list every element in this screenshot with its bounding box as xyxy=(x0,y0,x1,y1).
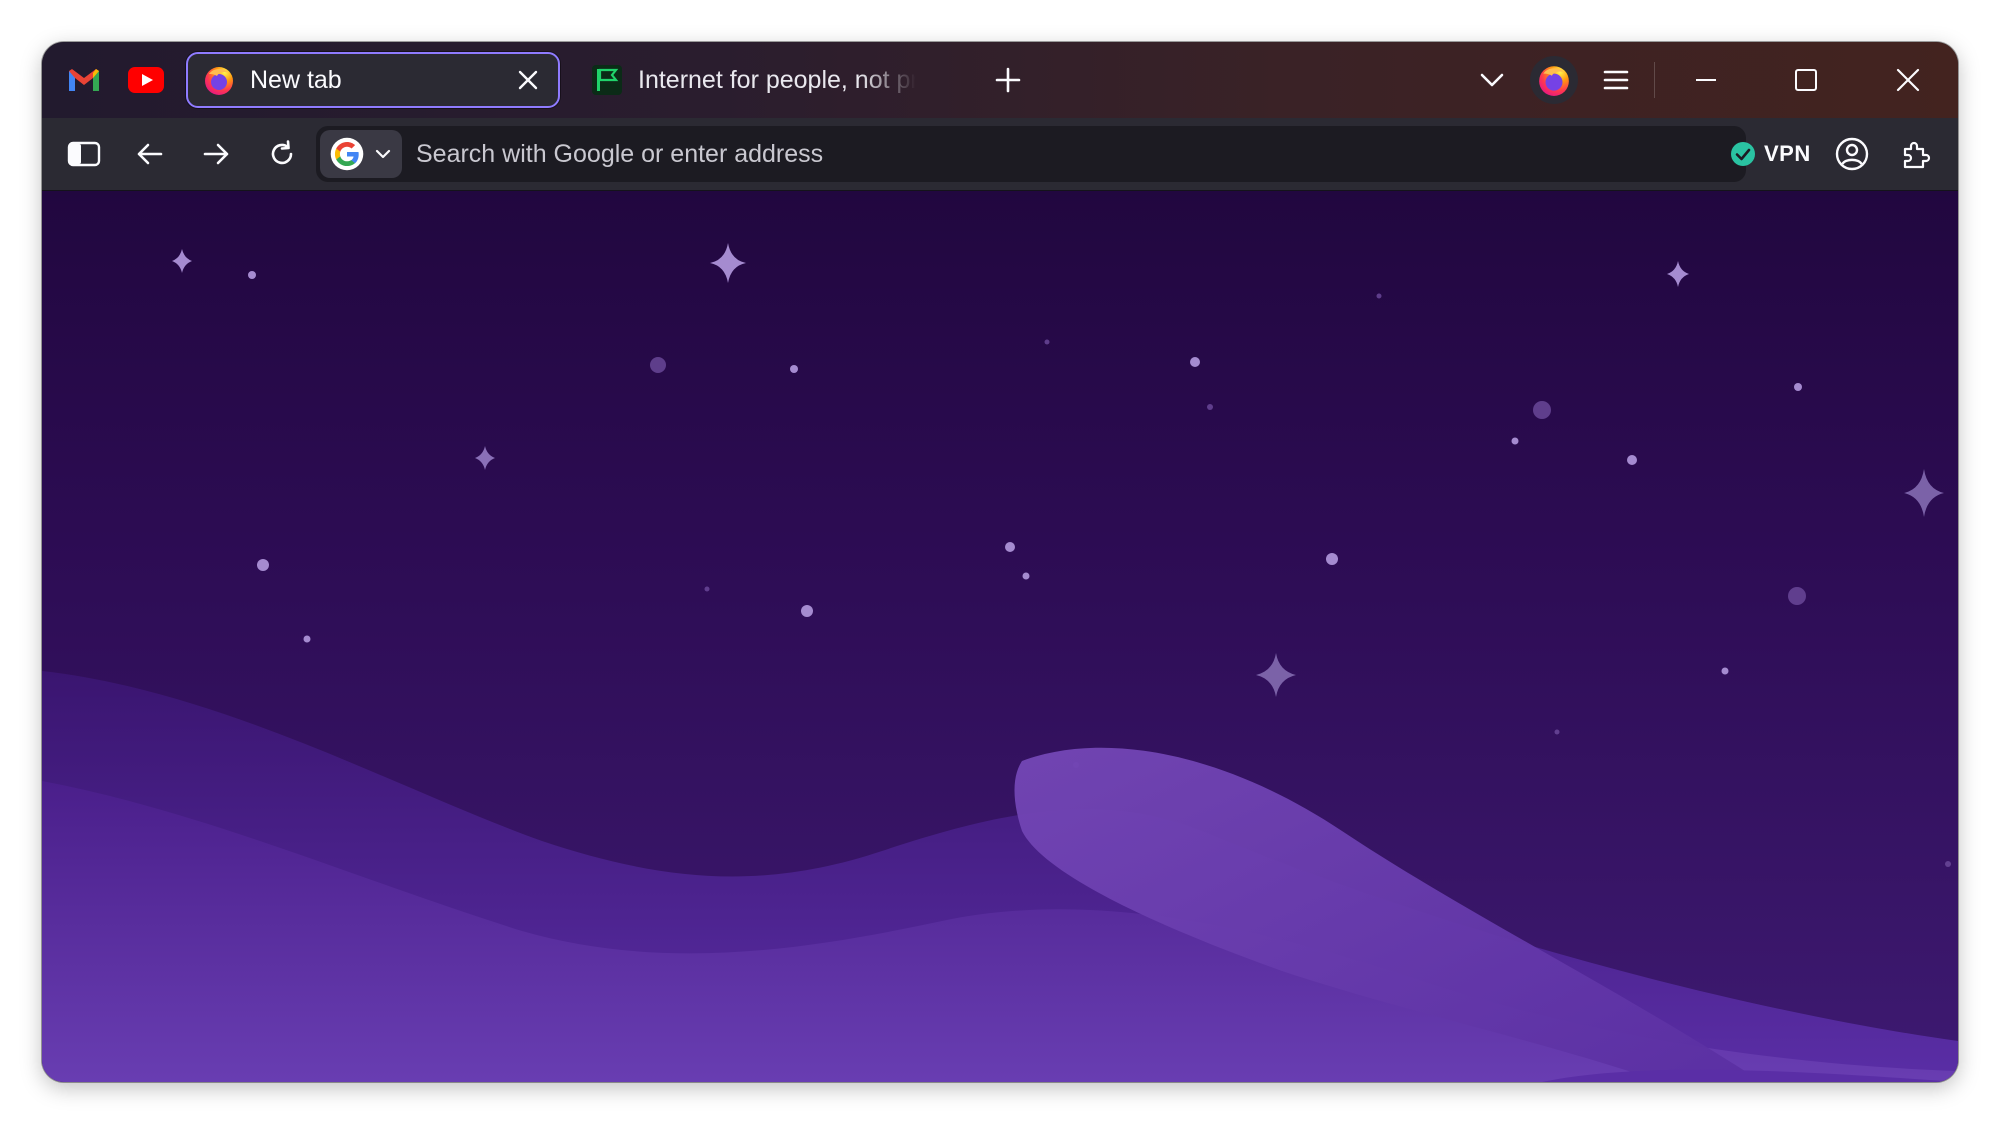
chevron-down-icon xyxy=(375,149,391,159)
navigation-toolbar: VPN xyxy=(42,118,1958,191)
plus-icon xyxy=(995,67,1021,93)
arrow-right-icon xyxy=(203,143,229,165)
youtube-icon xyxy=(128,67,164,93)
search-input[interactable] xyxy=(416,126,1716,182)
google-icon xyxy=(330,137,364,171)
puzzle-piece-icon xyxy=(1903,141,1931,169)
list-all-tabs-button[interactable] xyxy=(1468,56,1516,104)
firefox-icon xyxy=(202,63,236,97)
new-tab-button[interactable] xyxy=(984,56,1032,104)
pinned-tab-youtube[interactable] xyxy=(122,56,170,104)
wallpaper xyxy=(42,191,1958,1082)
tab-internet-for-people[interactable]: Internet for people, not profit xyxy=(576,52,916,108)
tab-new-tab[interactable]: New tab xyxy=(186,52,560,108)
new-tab-page xyxy=(42,191,1958,1082)
address-bar xyxy=(316,126,1746,182)
back-button[interactable] xyxy=(126,130,174,178)
sidebar-toggle-button[interactable] xyxy=(60,130,108,178)
vpn-label: VPN xyxy=(1764,141,1811,166)
pinned-tab-gmail[interactable] xyxy=(60,56,108,104)
maximize-button[interactable] xyxy=(1776,52,1836,108)
gmail-icon xyxy=(69,69,99,91)
minimize-icon xyxy=(1696,79,1716,81)
vpn-button[interactable]: VPN xyxy=(1724,132,1817,176)
minimize-button[interactable] xyxy=(1676,52,1736,108)
account-button[interactable] xyxy=(1828,130,1876,178)
account-icon xyxy=(1835,137,1869,171)
chevron-down-icon xyxy=(1480,73,1504,87)
toolbar-separator xyxy=(1654,62,1655,98)
reload-icon xyxy=(271,140,293,165)
firefox-icon xyxy=(1539,66,1569,96)
app-menu-button[interactable] xyxy=(1592,56,1640,104)
tab-title: Internet for people, not profit xyxy=(638,65,916,94)
close-tab-button[interactable] xyxy=(510,62,546,98)
tab-strip: New tab Internet for people, not profit xyxy=(42,42,1958,118)
check-circle-icon xyxy=(1731,142,1755,166)
mozilla-flag-icon xyxy=(590,63,624,97)
firefox-view-button[interactable] xyxy=(1530,56,1578,104)
tab-title: New tab xyxy=(250,65,342,94)
close-icon xyxy=(1896,68,1920,92)
extensions-button[interactable] xyxy=(1892,130,1940,178)
browser-window: New tab Internet for people, not profit xyxy=(42,42,1958,1082)
hamburger-menu-icon xyxy=(1603,70,1629,90)
arrow-left-icon xyxy=(137,143,163,165)
close-window-button[interactable] xyxy=(1878,52,1938,108)
close-icon xyxy=(518,70,538,90)
sidebar-icon xyxy=(67,141,101,167)
reload-button[interactable] xyxy=(258,130,306,178)
forward-button[interactable] xyxy=(192,130,240,178)
maximize-icon xyxy=(1795,69,1817,91)
search-engine-button[interactable] xyxy=(320,130,402,178)
